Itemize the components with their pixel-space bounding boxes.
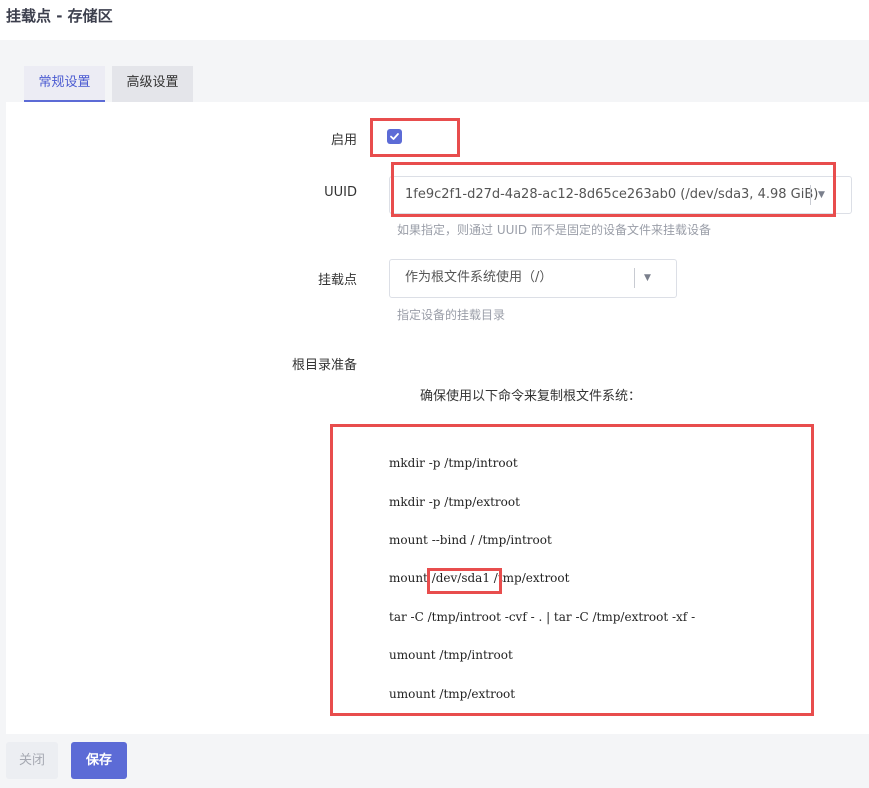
enable-label: 启用 [330,133,357,148]
caret-down-icon: ▼ [644,273,651,283]
command-line: mount --bind / /tmp/introot [389,533,552,547]
command-line: mkdir -p /tmp/introot [389,456,518,470]
command-line: umount /tmp/extroot [389,687,516,701]
tab-general-settings[interactable]: 常规设置 [24,66,105,102]
command-line: umount /tmp/introot [389,648,513,662]
checkmark-icon [389,127,400,146]
mountpoint-label: 挂载点 [317,273,357,288]
page-title: 挂载点 - 存储区 [6,7,113,25]
rootprep-intro: 确保使用以下命令来复制根文件系统： [420,389,642,404]
close-button[interactable]: 关闭 [6,742,58,779]
mountpoint-hint: 指定设备的挂载目录 [397,308,506,322]
select-separator [810,185,811,205]
title-bar: 挂载点 - 存储区 [0,0,869,40]
command-line: tar -C /tmp/introot -cvf - . | tar -C /t… [389,610,696,624]
rootprep-label: 根目录准备 [291,358,357,373]
mountpoint-select[interactable]: 作为根文件系统使用（/） ▼ [389,259,677,298]
caret-down-icon: ▼ [818,190,825,200]
uuid-label: UUID [324,185,357,200]
uuid-select-value: 1fe9c2f1-d27d-4a28-ac12-8d65ce263ab0 (/d… [405,187,819,202]
tab-advanced-settings[interactable]: 高级设置 [112,66,193,102]
uuid-hint: 如果指定，则通过 UUID 而不是固定的设备文件来挂载设备 [397,223,711,237]
command-line: mount /dev/sda1 /tmp/extroot [389,571,570,585]
command-line: mkdir -p /tmp/extroot [389,495,520,509]
uuid-select[interactable]: 1fe9c2f1-d27d-4a28-ac12-8d65ce263ab0 (/d… [389,176,852,214]
enable-checkbox[interactable] [387,129,402,144]
save-button[interactable]: 保存 [71,742,127,779]
mount-point-dialog: 挂载点 - 存储区 常规设置 高级设置 启用 UUID 1fe9c2f1-d27… [0,0,869,788]
mountpoint-select-value: 作为根文件系统使用（/） [405,270,553,285]
select-separator [634,268,635,288]
